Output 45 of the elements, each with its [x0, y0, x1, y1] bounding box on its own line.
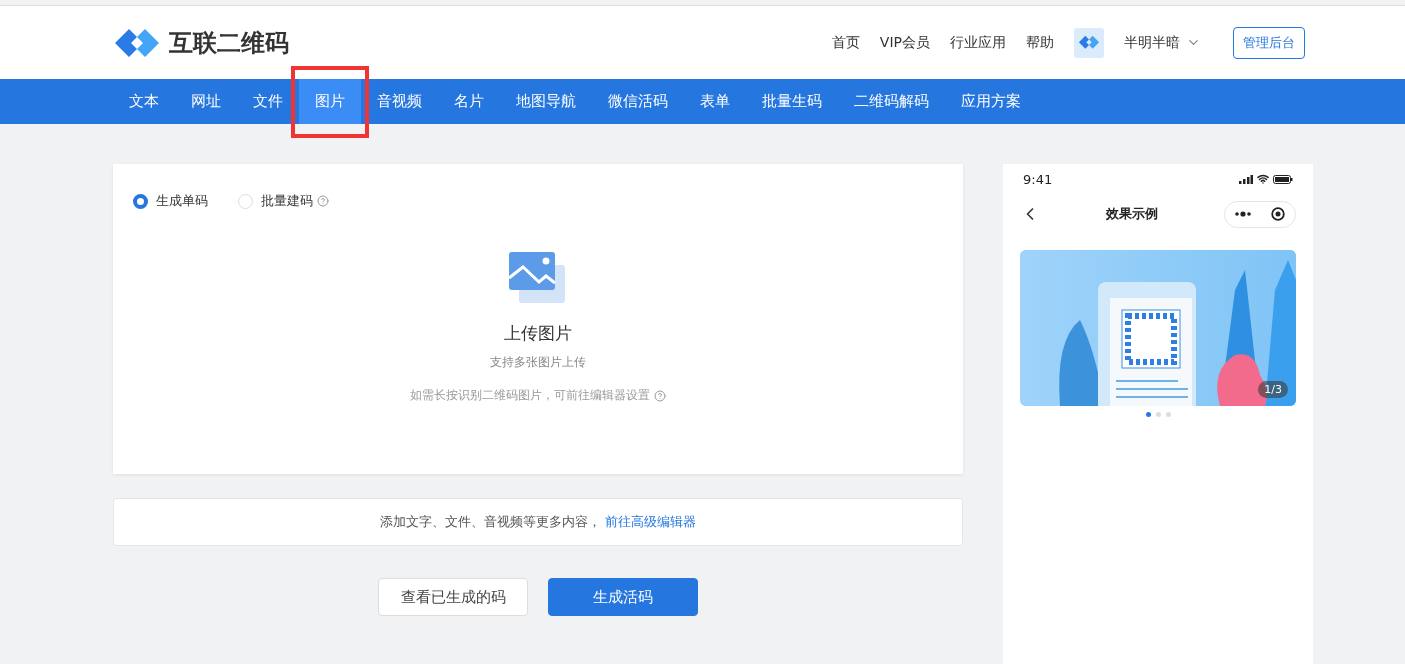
category-tab[interactable]: 名片 [438, 79, 500, 124]
nav-link[interactable]: 帮助 [1026, 33, 1054, 52]
editor-link[interactable]: 前往高级编辑器 [605, 513, 696, 531]
category-tab[interactable]: 文本 [113, 79, 175, 124]
category-tab[interactable]: 文件 [237, 79, 299, 124]
category-tab[interactable]: 应用方案 [945, 79, 1037, 124]
category-tab[interactable]: 微信活码 [592, 79, 684, 124]
category-tab[interactable]: 地图导航 [500, 79, 592, 124]
carousel-dot[interactable] [1145, 412, 1151, 417]
carousel-dot[interactable] [1155, 412, 1161, 417]
editor-text: 添加文字、文件、音视频等更多内容， [380, 513, 601, 531]
category-tab[interactable]: 二维码解码 [838, 79, 945, 124]
help-icon[interactable] [317, 195, 329, 207]
category-tab[interactable]: 网址 [175, 79, 237, 124]
preview-title: 效果示例 [1105, 205, 1159, 223]
category-tab[interactable]: 批量生码 [746, 79, 838, 124]
carousel-dot[interactable] [1165, 412, 1171, 417]
nav-link[interactable]: 首页 [831, 33, 860, 52]
radio-button[interactable] [133, 193, 148, 209]
target-icon[interactable] [1271, 207, 1285, 221]
user-avatar[interactable] [1074, 27, 1104, 58]
nav-link[interactable]: VIP会员 [879, 33, 930, 52]
nav-link[interactable]: 行业应用 [950, 33, 1006, 52]
battery-icon [1273, 174, 1293, 184]
status-time: 9:41 [1023, 171, 1053, 187]
category-tab[interactable]: 音视频 [361, 79, 438, 124]
help-icon[interactable] [654, 389, 666, 402]
category-tab[interactable]: 表单 [684, 79, 746, 124]
radio-label[interactable]: 批量建码 [261, 192, 313, 210]
generate-button[interactable]: 生成活码 [548, 578, 698, 616]
logo-text[interactable]: 互联二维码 [169, 26, 289, 59]
admin-button[interactable]: 管理后台 [1233, 26, 1305, 59]
category-tab[interactable]: 图片 [299, 79, 361, 124]
image-counter: 1/3 [1258, 381, 1288, 398]
wifi-icon [1257, 173, 1269, 185]
signal-icon [1239, 174, 1253, 184]
logo-icon [1078, 34, 1100, 51]
user-name[interactable]: 半明半暗 [1124, 33, 1180, 52]
upload-subtitle: 支持多张图片上传 [490, 354, 586, 371]
more-icon[interactable] [1235, 211, 1251, 217]
image-upload-icon[interactable] [509, 252, 567, 304]
view-codes-button[interactable]: 查看已生成的码 [378, 578, 528, 616]
radio-label[interactable]: 生成单码 [156, 192, 208, 210]
upload-hint: 如需长按识别二维码图片，可前往编辑器设置 [410, 388, 650, 403]
upload-title: 上传图片 [504, 322, 572, 345]
